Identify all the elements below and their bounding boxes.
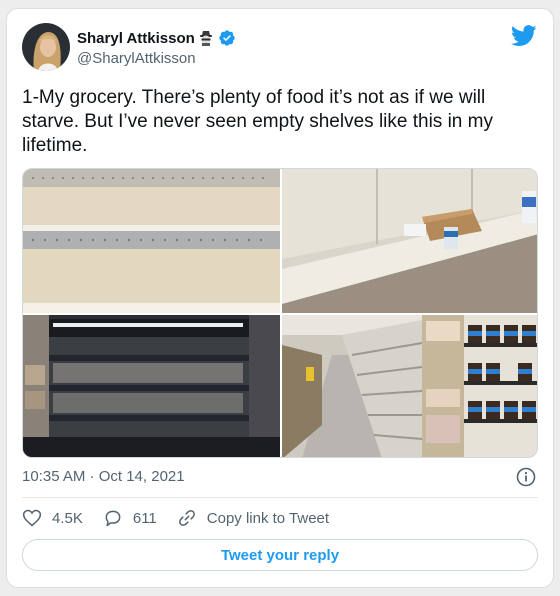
like-button[interactable]: 4.5K bbox=[22, 508, 83, 528]
reply-count: 611 bbox=[132, 509, 157, 527]
tweet-card: Sharyl Attkisson @SharylAttkisson 1-My g… bbox=[6, 8, 554, 588]
author-name-row: Sharyl Attkisson bbox=[77, 28, 236, 48]
author-handle[interactable]: @SharylAttkisson bbox=[77, 50, 196, 67]
photo-empty-shelves[interactable] bbox=[23, 169, 280, 313]
reply-bubble-icon bbox=[105, 510, 121, 527]
detective-icon bbox=[198, 30, 214, 46]
twitter-bird-icon[interactable] bbox=[510, 25, 537, 47]
photo-empty-display-case[interactable] bbox=[23, 315, 280, 457]
tweet-text: 1-My grocery. There’s plenty of food it’… bbox=[22, 87, 493, 156]
divider bbox=[22, 497, 538, 498]
avatar[interactable] bbox=[22, 23, 70, 71]
photo-grocery-aisle[interactable] bbox=[282, 315, 537, 457]
info-icon[interactable] bbox=[516, 467, 536, 487]
action-bar: 4.5K 611 Copy link to Tweet bbox=[22, 507, 349, 529]
reply-button[interactable]: 611 bbox=[103, 508, 157, 528]
verified-badge-icon bbox=[218, 29, 236, 47]
copy-link-button[interactable]: Copy link to Tweet bbox=[177, 508, 329, 528]
heart-icon bbox=[22, 509, 42, 527]
author-display-name[interactable]: Sharyl Attkisson bbox=[77, 30, 195, 47]
copy-link-label: Copy link to Tweet bbox=[206, 509, 330, 527]
media-grid bbox=[22, 168, 538, 458]
photo-shelves-box-carton[interactable] bbox=[282, 169, 537, 313]
like-count: 4.5K bbox=[52, 509, 83, 527]
tweet-timestamp[interactable]: 10:35 AM · Oct 14, 2021 bbox=[22, 468, 185, 485]
link-icon bbox=[178, 510, 195, 526]
tweet-your-reply-button[interactable]: Tweet your reply bbox=[22, 539, 538, 571]
